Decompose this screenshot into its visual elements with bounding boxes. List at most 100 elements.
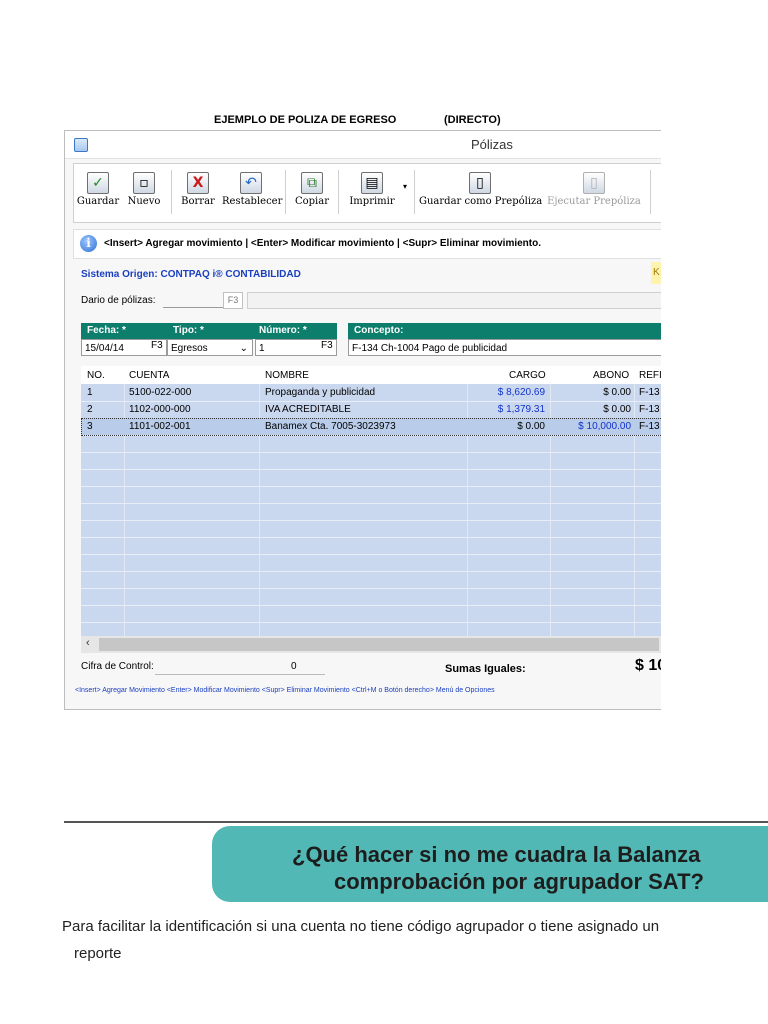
toolbar-separator xyxy=(285,170,286,214)
table-row-selected[interactable]: 3 1101-002-001 Banamex Cta. 7005-3023973… xyxy=(81,418,661,436)
cell-abono: $ 0.00 xyxy=(603,387,631,398)
undo-icon: ↶ xyxy=(240,172,262,194)
empty-row[interactable] xyxy=(81,435,661,453)
restablecer-button[interactable]: ↶ Restablecer xyxy=(222,164,282,220)
ejecutar-prepoliza-button[interactable]: ▯ Ejecutar Prepóliza xyxy=(544,164,644,220)
col-no: NO. xyxy=(87,370,105,381)
empty-row[interactable] xyxy=(81,503,661,521)
col-cuenta: CUENTA xyxy=(129,370,170,381)
empty-row[interactable] xyxy=(81,571,661,589)
empty-row[interactable] xyxy=(81,486,661,504)
empty-row[interactable] xyxy=(81,520,661,538)
movimientos-grid: NO. CUENTA NOMBRE CARGO ABONO REFI 1 510… xyxy=(81,366,661,640)
document-title: EJEMPLO DE POLIZA DE EGRESO xyxy=(214,114,397,126)
grid-body: 1 5100-022-000 Propaganda y publicidad $… xyxy=(81,384,661,640)
app-icon[interactable] xyxy=(74,138,88,152)
empty-row[interactable] xyxy=(81,588,661,606)
empty-row[interactable] xyxy=(81,554,661,572)
cell-cargo: $ 8,620.69 xyxy=(497,387,545,398)
numero-label: Número: * xyxy=(259,325,307,336)
new-document-icon: ▫ xyxy=(133,172,155,194)
paragraph-line2: reporte xyxy=(74,945,122,962)
printer-icon: ▤ xyxy=(361,172,383,194)
cell-cuenta: 1102-000-000 xyxy=(129,404,191,415)
tipo-select[interactable]: Egresos ⌄ xyxy=(167,339,253,356)
table-row[interactable]: 1 5100-022-000 Propaganda y publicidad $… xyxy=(81,384,661,402)
cell-cargo: $ 1,379.31 xyxy=(497,404,545,415)
cifra-control-label: Cifra de Control: xyxy=(81,661,154,672)
banner-title-line1: ¿Qué hacer si no me cuadra la Balanza xyxy=(292,842,701,867)
concepto-field[interactable]: F-134 Ch-1004 Pago de publicidad xyxy=(348,339,661,356)
horizontal-scrollbar[interactable]: ‹ xyxy=(81,636,661,653)
section-divider xyxy=(64,821,768,823)
concepto-label: Concepto: xyxy=(354,325,404,336)
scroll-left-icon[interactable]: ‹ xyxy=(86,637,90,649)
cell-cargo: $ 0.00 xyxy=(517,421,545,432)
cell-nombre: IVA ACREDITABLE xyxy=(265,404,351,415)
toolbar-separator xyxy=(338,170,339,214)
title-bar: Pólizas xyxy=(65,131,661,159)
cifra-control-value: 0 xyxy=(291,661,297,672)
imprimir-dropdown[interactable]: ▾ xyxy=(400,164,410,220)
sistema-origen-label: Sistema Origen: CONTPAQ i® CONTABILIDAD xyxy=(81,269,301,280)
toolbar-separator xyxy=(171,170,172,214)
document-save-icon: ▯ xyxy=(469,172,491,194)
col-nombre: NOMBRE xyxy=(265,370,309,381)
window-title: Pólizas xyxy=(471,137,513,152)
borrar-button[interactable]: X Borrar xyxy=(176,164,220,220)
cifra-control-field xyxy=(155,659,325,675)
numero-value: 1 xyxy=(259,343,265,354)
polizas-window: Pólizas ✓ Guardar ▫ Nuevo X Borrar ↶ Res… xyxy=(64,130,661,710)
cell-ref: F-13 xyxy=(639,404,660,415)
info-text: <Insert> Agregar movimiento | <Enter> Mo… xyxy=(104,238,542,249)
toolbar-separator xyxy=(414,170,415,214)
empty-row[interactable] xyxy=(81,605,661,623)
cell-ref: F-13 xyxy=(639,387,660,398)
toolbar: ✓ Guardar ▫ Nuevo X Borrar ↶ Restablecer… xyxy=(73,163,661,223)
toolbar-separator xyxy=(650,170,651,214)
chevron-down-icon: ▾ xyxy=(402,182,407,191)
sumas-iguales-value: $ 10 xyxy=(635,657,661,674)
guardar-prepoliza-button[interactable]: ▯ Guardar como Prepóliza xyxy=(419,164,542,220)
info-icon: i xyxy=(80,235,97,252)
status-badge: K xyxy=(651,262,661,284)
banner-title-line2: comprobación por agrupador SAT? xyxy=(334,869,704,894)
tipo-value: Egresos xyxy=(171,343,208,354)
imprimir-button[interactable]: ▤ Imprimir xyxy=(344,164,400,220)
table-row[interactable]: 2 1102-000-000 IVA ACREDITABLE $ 1,379.3… xyxy=(81,401,661,419)
diario-label: Dario de pólizas: xyxy=(81,295,156,306)
diario-f3-button[interactable]: F3 xyxy=(223,292,243,309)
cell-abono: $ 10,000.00 xyxy=(578,421,631,432)
nuevo-button[interactable]: ▫ Nuevo xyxy=(124,164,164,220)
cell-ref: F-13 xyxy=(639,421,660,432)
scrollbar-thumb[interactable] xyxy=(99,638,659,651)
tipo-label: Tipo: * xyxy=(173,325,204,336)
diario-input[interactable] xyxy=(163,293,223,308)
concepto-value: F-134 Ch-1004 Pago de publicidad xyxy=(352,343,508,354)
fecha-value: 15/04/14 xyxy=(85,343,124,354)
delete-x-icon: X xyxy=(187,172,209,194)
document-title-suffix: (DIRECTO) xyxy=(444,114,501,126)
info-bar: i <Insert> Agregar movimiento | <Enter> … xyxy=(73,229,661,259)
copiar-button[interactable]: ⧉ Copiar xyxy=(290,164,334,220)
cell-no: 2 xyxy=(87,404,93,415)
paragraph-line1: Para facilitar la identificación si una … xyxy=(62,918,660,935)
cell-no: 1 xyxy=(87,387,93,398)
cell-nombre: Banamex Cta. 7005-3023973 xyxy=(265,421,396,432)
cell-abono: $ 0.00 xyxy=(603,404,631,415)
empty-row[interactable] xyxy=(81,469,661,487)
numero-f3-button[interactable]: F3 xyxy=(321,340,333,351)
empty-row[interactable] xyxy=(81,537,661,555)
cell-cuenta: 5100-022-000 xyxy=(129,387,192,398)
cell-cuenta: 1101-002-001 xyxy=(129,421,191,432)
cell-nombre: Propaganda y publicidad xyxy=(265,387,376,398)
cell-no: 3 xyxy=(87,421,93,432)
sumas-iguales-label: Sumas Iguales: xyxy=(445,663,526,675)
fecha-f3-button[interactable]: F3 xyxy=(151,340,163,351)
copy-icon: ⧉ xyxy=(301,172,323,194)
guardar-button[interactable]: ✓ Guardar xyxy=(76,164,120,220)
document-run-icon: ▯ xyxy=(583,172,605,194)
empty-row[interactable] xyxy=(81,452,661,470)
diario-description-field xyxy=(247,292,661,309)
col-cargo: CARGO xyxy=(509,370,546,381)
